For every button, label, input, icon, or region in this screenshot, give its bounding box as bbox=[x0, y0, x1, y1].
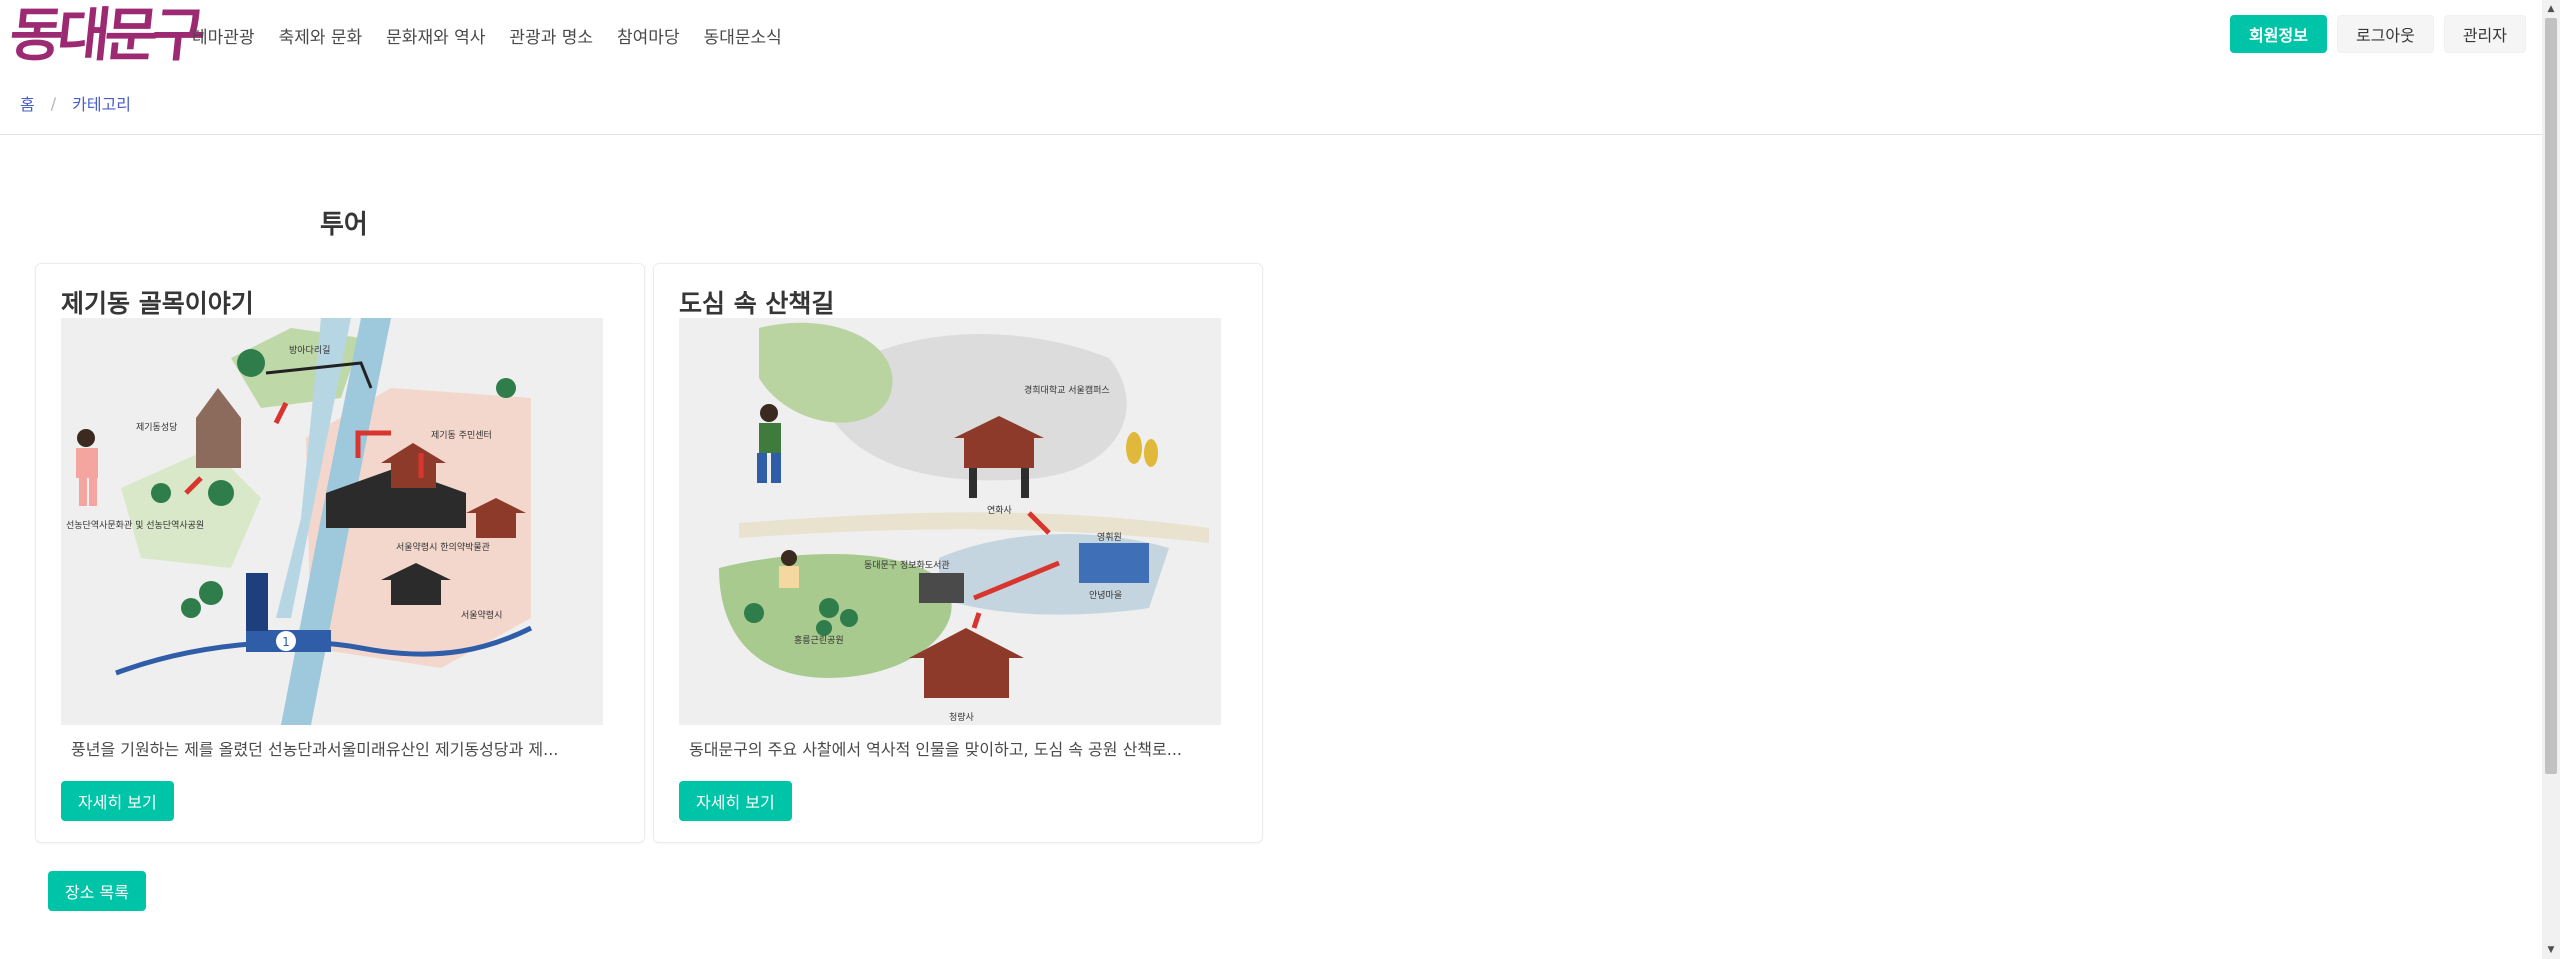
breadcrumb-separator: / bbox=[50, 93, 57, 113]
nav-item-festival-culture[interactable]: 축제와 문화 bbox=[267, 23, 375, 48]
map-label: 방아다리길 bbox=[289, 345, 330, 356]
tour-card-title: 제기동 골목이야기 bbox=[61, 289, 254, 318]
map-label: 연화사 bbox=[987, 505, 1013, 516]
place-list-button[interactable]: 장소 목록 bbox=[48, 871, 146, 911]
map-label: 동대문구 정보화도서관 bbox=[864, 560, 950, 571]
subway-line-number: 1 bbox=[282, 635, 290, 649]
view-details-button[interactable]: 자세히 보기 bbox=[679, 781, 792, 821]
map-label: 서울약령시 한의약박물관 bbox=[396, 541, 490, 553]
tour-card-description: 동대문구의 주요 사찰에서 역사적 인물을 맞이하고, 도심 속 공원 산책로.… bbox=[689, 740, 1182, 759]
map-label: 청량사 bbox=[949, 711, 975, 723]
tour-card: 제기동 골목이야기 1 방아다리길 제기동성당 제기동 주민센터 선농단역사문화… bbox=[35, 263, 645, 843]
auth-buttons: 회원정보 로그아웃 관리자 bbox=[2230, 15, 2526, 53]
map-label: 영휘원 bbox=[1097, 532, 1122, 543]
map-label: 제기동 주민센터 bbox=[431, 430, 492, 441]
admin-button[interactable]: 관리자 bbox=[2443, 15, 2526, 53]
map-label: 안녕마을 bbox=[1089, 590, 1122, 601]
view-details-button[interactable]: 자세히 보기 bbox=[61, 781, 174, 821]
nav-item-news[interactable]: 동대문소식 bbox=[692, 23, 794, 48]
scrollbar-thumb[interactable] bbox=[2545, 18, 2557, 774]
member-info-button[interactable]: 회원정보 bbox=[2230, 15, 2327, 53]
tour-card: 도심 속 산책길 경희대학교 서울캠퍼스 연화사 영휘원 안녕마을 동대문구 정… bbox=[653, 263, 1263, 843]
map-label: 홍릉근린공원 bbox=[794, 634, 844, 646]
map-label: 선농단역사문화관 및 선농단역사공원 bbox=[66, 519, 204, 531]
tour-map-image: 경희대학교 서울캠퍼스 연화사 영휘원 안녕마을 동대문구 정보화도서관 홍릉근… bbox=[679, 318, 1221, 725]
tour-map-image: 1 방아다리길 제기동성당 제기동 주민센터 선농단역사문화관 및 선농단역사공… bbox=[61, 318, 603, 725]
breadcrumb-category[interactable]: 카테고리 bbox=[72, 91, 131, 115]
map-label: 제기동성당 bbox=[136, 422, 177, 433]
nav-item-tourism-attractions[interactable]: 관광과 명소 bbox=[497, 23, 605, 48]
nav-item-participation[interactable]: 참여마당 bbox=[605, 23, 692, 48]
logo-text: 동대문구 bbox=[6, 1, 204, 69]
section-title: 투어 bbox=[320, 210, 368, 240]
map-label: 서울약령시 bbox=[461, 609, 502, 621]
nav-item-theme-tour[interactable]: 테마관광 bbox=[180, 23, 267, 48]
tour-card-title: 도심 속 산책길 bbox=[679, 289, 835, 318]
breadcrumb: 홈 / 카테고리 bbox=[20, 91, 131, 115]
vertical-scrollbar[interactable]: ▲ ▼ bbox=[2542, 0, 2560, 959]
site-logo[interactable]: 동대문구 bbox=[6, 0, 203, 70]
logout-button[interactable]: 로그아웃 bbox=[2336, 15, 2434, 53]
main-nav: 테마관광 축제와 문화 문화재와 역사 관광과 명소 참여마당 동대문소식 bbox=[180, 0, 794, 70]
tour-card-description: 풍년을 기원하는 제를 올렸던 선농단과서울미래유산인 제기동성당과 제... bbox=[71, 740, 559, 759]
scroll-up-icon[interactable]: ▲ bbox=[2542, 0, 2560, 18]
header-divider bbox=[0, 134, 2542, 135]
nav-item-heritage-history[interactable]: 문화재와 역사 bbox=[374, 23, 497, 48]
top-navbar: 동대문구 테마관광 축제와 문화 문화재와 역사 관광과 명소 참여마당 동대문… bbox=[0, 0, 2542, 70]
scroll-down-icon[interactable]: ▼ bbox=[2542, 941, 2560, 959]
map-label: 경희대학교 서울캠퍼스 bbox=[1024, 384, 1110, 396]
breadcrumb-home[interactable]: 홈 bbox=[20, 91, 35, 115]
